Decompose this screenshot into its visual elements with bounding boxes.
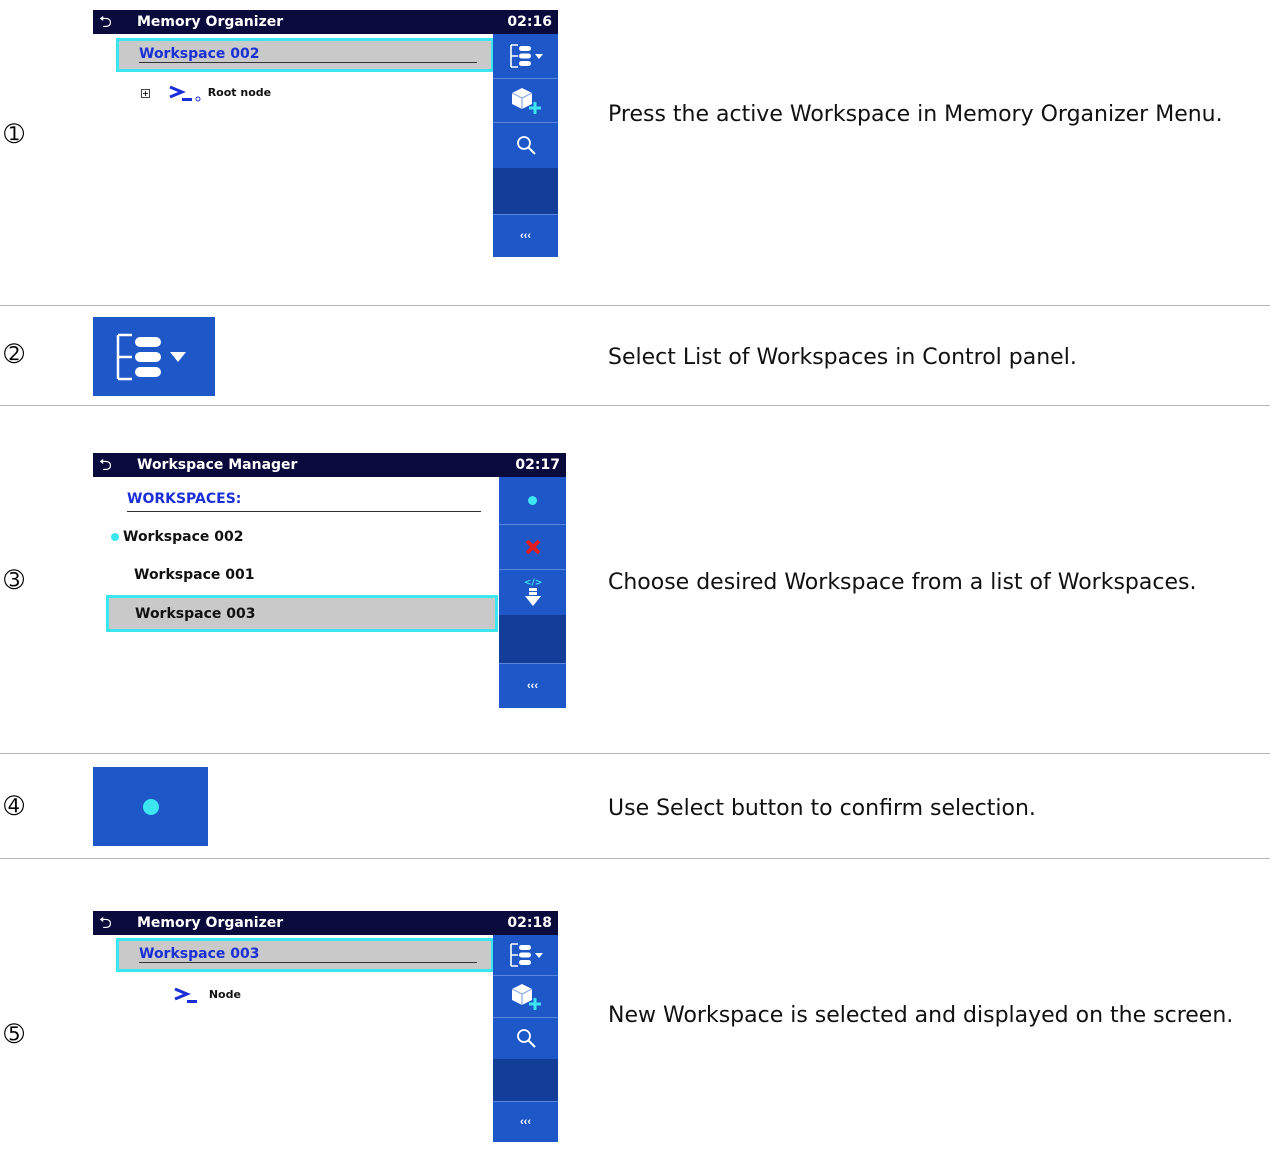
step-description: New Workspace is selected and displayed … [608, 1003, 1234, 1028]
step-number: ➃ [4, 792, 25, 820]
clock: 02:16 [507, 14, 552, 30]
panel-empty-slot [499, 615, 566, 664]
select-dot-icon [528, 496, 537, 505]
active-workspace-field[interactable]: Workspace 003 [116, 938, 494, 972]
screen-title: Workspace Manager [137, 457, 298, 473]
step-number: ➁ [4, 340, 25, 368]
row-divider [0, 753, 1270, 754]
back-icon[interactable]: ⮌ [99, 454, 112, 481]
memory-organizer-screen: ⮌ Memory Organizer 02:18 Workspace 003 N… [93, 911, 558, 1142]
back-icon[interactable]: ⮌ [99, 912, 112, 939]
panel-empty-slot [493, 1059, 558, 1102]
title-bar: ⮌ Workspace Manager 02:17 [93, 453, 566, 477]
svg-text:</>: </> [524, 578, 542, 588]
step-description: Choose desired Workspace from a list of … [608, 570, 1197, 595]
clock: 02:18 [507, 915, 552, 931]
step-description: Use Select button to confirm selection. [608, 796, 1036, 821]
workspace-list-icon [509, 44, 543, 68]
screen-title: Memory Organizer [137, 14, 284, 30]
control-panel: ‹‹‹ [493, 935, 558, 1142]
title-bar: ⮌ Memory Organizer 02:18 [93, 911, 558, 935]
workspace-name: Workspace 002 [139, 46, 260, 62]
tree-row[interactable]: + Root node [141, 84, 271, 102]
select-button[interactable] [499, 477, 566, 525]
row-divider [0, 405, 1270, 406]
workspace-name: Workspace 001 [134, 567, 255, 583]
tree-item-label: Root node [207, 86, 272, 99]
workspace-manager-screen: ⮌ Workspace Manager 02:17 WORKSPACES: Wo… [93, 453, 566, 708]
row-divider [0, 858, 1270, 859]
workspace-row-selected[interactable]: Workspace 003 [106, 595, 498, 632]
add-object-icon [511, 88, 541, 114]
step-description: Select List of Workspaces in Control pan… [608, 345, 1077, 370]
search-icon [516, 1029, 536, 1048]
select-dot-icon [142, 798, 159, 815]
clock: 02:17 [515, 457, 560, 473]
export-icon: </> [524, 578, 542, 606]
back-icon[interactable]: ⮌ [99, 11, 112, 38]
export-button[interactable]: </> [499, 569, 566, 616]
search-icon [516, 136, 536, 155]
workspace-list-button[interactable] [493, 935, 558, 976]
tree-item-label: Node [208, 988, 241, 1001]
tree-row[interactable]: Node [173, 986, 241, 1004]
add-object-icon [511, 984, 541, 1010]
add-object-button[interactable] [493, 78, 558, 123]
add-object-button[interactable] [493, 975, 558, 1018]
more-options-button[interactable]: ‹‹‹ [493, 214, 558, 257]
workspaces-header: WORKSPACES: [127, 491, 481, 512]
step-description: Press the active Workspace in Memory Org… [608, 102, 1223, 127]
workspace-list-button-large[interactable] [93, 317, 215, 396]
workspace-list-icon [116, 333, 186, 380]
active-dot-icon [111, 533, 119, 541]
node-icon [169, 85, 201, 102]
workspace-name: Workspace 003 [135, 606, 256, 622]
step-number: ➀ [4, 120, 25, 148]
workspace-row[interactable]: Workspace 001 [134, 567, 254, 583]
screen-title: Memory Organizer [137, 915, 284, 931]
row-divider [0, 305, 1270, 306]
node-icon [174, 987, 197, 1003]
search-button[interactable] [493, 122, 558, 169]
workspace-name: Workspace 003 [139, 946, 260, 962]
active-workspace-field[interactable]: Workspace 002 [116, 38, 494, 72]
delete-button[interactable] [499, 524, 566, 570]
panel-empty-slot [493, 168, 558, 215]
expand-icon[interactable]: + [141, 88, 150, 98]
delete-icon [525, 539, 540, 554]
workspace-list-button[interactable] [493, 34, 558, 79]
step-number: ➂ [4, 566, 25, 594]
workspace-row[interactable]: Workspace 002 [111, 529, 243, 545]
more-options-button[interactable]: ‹‹‹ [499, 663, 566, 708]
more-options-button[interactable]: ‹‹‹ [493, 1101, 558, 1142]
select-button-large[interactable] [93, 767, 208, 846]
title-bar: ⮌ Memory Organizer 02:16 [93, 10, 558, 34]
control-panel: </> ‹‹‹ [499, 477, 566, 708]
search-button[interactable] [493, 1017, 558, 1060]
memory-organizer-screen: ⮌ Memory Organizer 02:16 Workspace 002 +… [93, 10, 558, 257]
more-icon: ‹‹‹ [527, 679, 538, 692]
workspace-list-icon [509, 943, 543, 967]
more-icon: ‹‹‹ [520, 229, 531, 242]
workspace-name: Workspace 002 [123, 529, 244, 545]
step-number: ➄ [4, 1020, 25, 1048]
more-icon: ‹‹‹ [520, 1115, 531, 1128]
control-panel: ‹‹‹ [493, 34, 558, 257]
